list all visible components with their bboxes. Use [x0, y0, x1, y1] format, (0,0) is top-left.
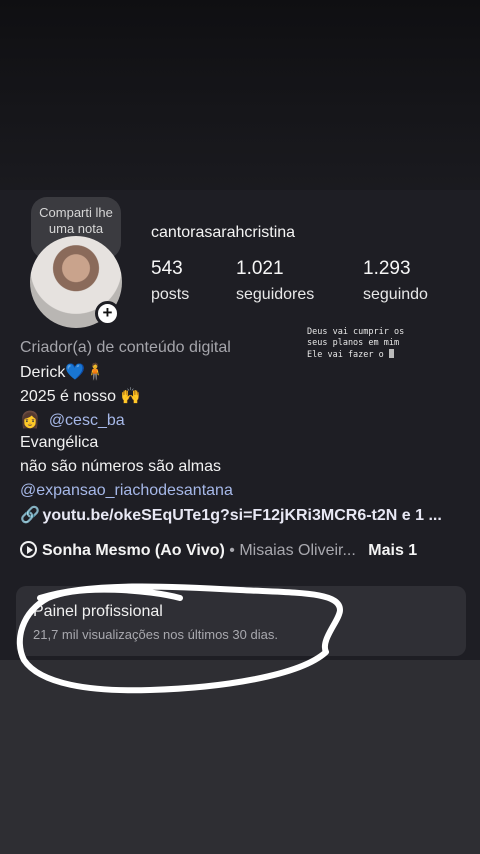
more-button[interactable]: Mais 1 [368, 542, 417, 559]
stat-posts-value: 543 [151, 258, 183, 279]
song-artist: Misaias Oliveir... [239, 542, 356, 559]
top-dark-area [0, 0, 480, 190]
overlay-line-2: seus planos em mim [307, 338, 400, 348]
profile-username: cantorasarahcristina [151, 224, 296, 241]
stat-posts[interactable]: 543 posts [151, 258, 189, 304]
bio-line-4: Evangélica [20, 434, 99, 451]
overlay-line-1: Deus vai cumprir os [307, 327, 405, 337]
link-icon: 🔗 [20, 507, 40, 524]
bio-line-1: Derick💙🧍 [20, 364, 106, 381]
bio-line-5: não são números são almas [20, 458, 221, 475]
overlay-line-3: Ele vai fazer o [307, 349, 437, 361]
bio-emoji: 👩 [20, 412, 40, 429]
profile-category: Criador(a) de conteúdo digital [20, 339, 231, 356]
add-story-plus-icon[interactable]: + [95, 301, 120, 326]
bio-link-text: youtu.be/okeSEqUTe1g?si=F12jKRi3MCR6-t2N… [42, 507, 442, 524]
stat-following[interactable]: 1.293 seguindo [363, 258, 428, 304]
bio-link[interactable]: 🔗 youtu.be/okeSEqUTe1g?si=F12jKRi3MCR6-t… [20, 505, 442, 525]
separator-dot: • [224, 542, 240, 559]
stat-followers-value: 1.021 [236, 258, 284, 279]
stat-followers-label: seguidores [236, 286, 315, 303]
stat-followers[interactable]: 1.021 seguidores [236, 258, 314, 304]
stat-following-label: seguindo [363, 286, 428, 303]
note-text: Comparti lhe uma nota [39, 205, 113, 236]
bottom-area [0, 660, 480, 854]
mention-cesc-ba[interactable]: @cesc_ba [49, 412, 125, 429]
professional-dashboard-panel[interactable]: Painel profissional 21,7 mil visualizaçõ… [16, 586, 466, 656]
bio-line-2: 2025 é nosso 🙌 [20, 388, 141, 405]
stat-posts-label: posts [151, 286, 190, 303]
overlay-text-note: Deus vai cumprir os seus planos em mim E… [307, 327, 437, 361]
panel-title: Painel profissional [33, 603, 163, 620]
overlay-line-3-text: Ele vai fazer o [307, 350, 384, 360]
play-icon [20, 541, 37, 558]
text-cursor [388, 349, 394, 358]
bio-line-3: 👩 @cesc_ba [20, 410, 125, 430]
music-row[interactable]: Sonha Mesmo (Ao Vivo) • Misaias Oliveir.… [20, 541, 417, 560]
mention-expansao[interactable]: @expansao_riachodesantana [20, 482, 233, 500]
panel-subtitle: 21,7 mil visualizações nos últimos 30 di… [33, 627, 278, 642]
song-title: Sonha Mesmo (Ao Vivo) [42, 542, 225, 559]
stat-following-value: 1.293 [363, 258, 411, 279]
